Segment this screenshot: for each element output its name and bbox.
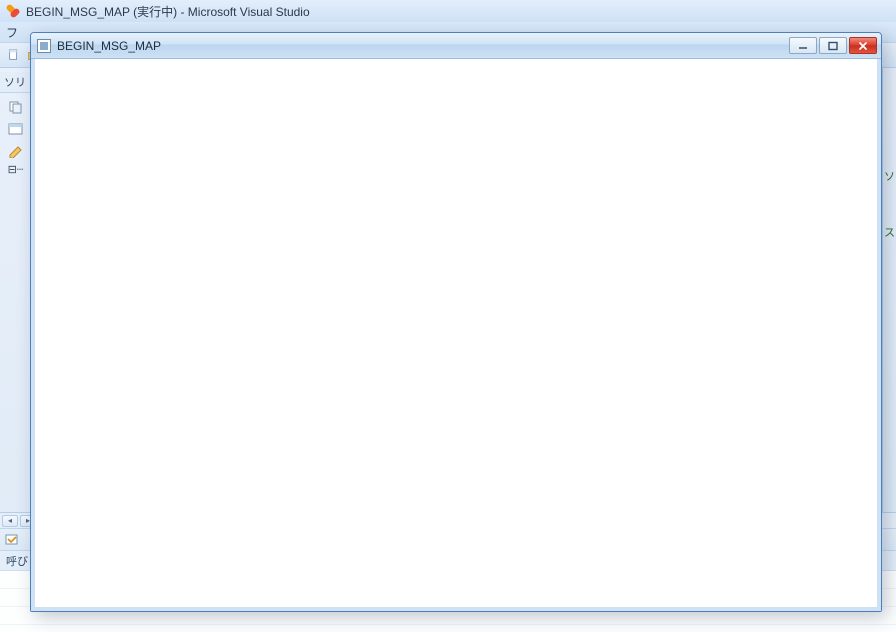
bottom-tab-label[interactable]: 呼び <box>6 553 28 569</box>
right-tab-1[interactable]: ソ <box>884 168 895 184</box>
window-buttons <box>789 37 879 54</box>
properties-icon[interactable] <box>7 121 25 137</box>
child-titlebar[interactable]: BEGIN_MSG_MAP <box>31 33 881 59</box>
vs-menu-item[interactable]: フ <box>6 24 18 41</box>
tree-collapse-icon[interactable]: ⊟┈ <box>8 165 24 176</box>
vs-title-text: BEGIN_MSG_MAP (実行中) - Microsoft Visual S… <box>26 3 310 20</box>
close-button[interactable] <box>849 37 877 54</box>
pencil-icon[interactable] <box>7 143 25 159</box>
scroll-left-button[interactable]: ◂ <box>2 515 18 527</box>
child-window[interactable]: BEGIN_MSG_MAP <box>30 32 882 612</box>
child-window-title: BEGIN_MSG_MAP <box>57 39 161 53</box>
right-tab-2[interactable]: ス <box>884 224 895 240</box>
new-file-icon[interactable] <box>6 47 22 63</box>
maximize-button[interactable] <box>819 37 847 54</box>
callstack-icon[interactable] <box>4 532 20 548</box>
vs-logo-icon <box>6 4 20 18</box>
vs-titlebar[interactable]: BEGIN_MSG_MAP (実行中) - Microsoft Visual S… <box>0 0 896 22</box>
solution-explorer-tab[interactable]: ソリ <box>0 72 31 93</box>
copy-icon[interactable] <box>7 99 25 115</box>
minimize-button[interactable] <box>789 37 817 54</box>
app-icon[interactable] <box>37 39 51 53</box>
child-client-area[interactable] <box>31 59 881 611</box>
